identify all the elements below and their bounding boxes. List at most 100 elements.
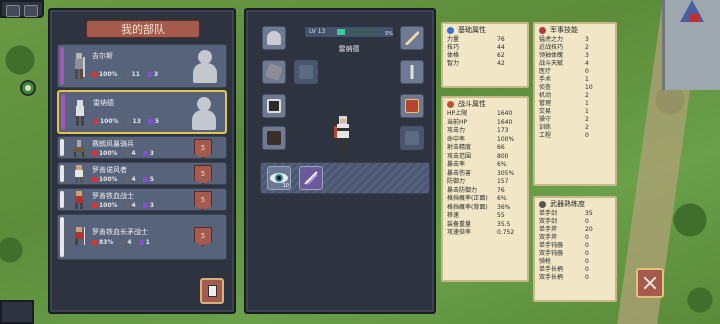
attr-value: 35.5 xyxy=(497,220,511,228)
unit-name: 罗善铁血长矛战士 xyxy=(92,228,148,236)
skill-row: 机动 2 xyxy=(535,92,615,100)
skill-row: 工程 0 xyxy=(535,132,615,140)
unit-card-5[interactable]: 罗善铁血长矛战士 83% 4 1 5 xyxy=(57,214,227,260)
boots-slot[interactable] xyxy=(262,126,286,150)
helmet-slot[interactable] xyxy=(262,26,286,50)
attr-name: 格挡概率(正面) xyxy=(447,195,488,202)
unit-hp: 100% xyxy=(100,118,119,125)
skill-value: 10 xyxy=(585,84,593,91)
knight-sprite-icon xyxy=(75,53,85,79)
skill-value: 1 xyxy=(585,108,589,115)
unit-card-2[interactable]: 赛朗风暴骑兵 100% 4 3 5 xyxy=(57,136,227,159)
military-title: 军事技能 xyxy=(550,26,578,34)
skill-value: 3 xyxy=(585,36,589,43)
attr-value: 42 xyxy=(497,60,505,67)
weapon-value: 0 xyxy=(585,258,589,265)
unit-name: 雷纳德 xyxy=(93,99,114,107)
attr-row: 暴击伤害 305% xyxy=(443,170,527,179)
banner-icon xyxy=(539,26,546,34)
weapon-name: 双手斧 xyxy=(539,234,558,241)
knight-sprite-icon xyxy=(76,100,84,126)
attr-name: 智力 xyxy=(447,60,460,67)
skill-value: 4 xyxy=(585,60,589,67)
armor-icon xyxy=(267,99,281,113)
character-sprite xyxy=(334,116,349,152)
attr-name: 当前HP xyxy=(447,118,468,126)
unit-hp: 83% xyxy=(99,239,114,246)
skill-row: 医疗 0 xyxy=(535,68,615,76)
attr-name: 攻击力 xyxy=(447,127,466,134)
armor-slot[interactable] xyxy=(262,94,286,118)
unit-sp: 1 xyxy=(145,239,150,246)
warrior-sprite-icon xyxy=(75,191,83,209)
empty-mount-slot[interactable] xyxy=(400,126,424,150)
skill-name: 管理 xyxy=(539,100,552,107)
skill-value: 1 xyxy=(585,76,589,83)
close-button[interactable] xyxy=(636,268,664,298)
weapon-value: 0 xyxy=(585,218,589,225)
portrait-placeholder-icon xyxy=(191,97,217,131)
skill-value: 2 xyxy=(585,44,589,51)
hud-map-button[interactable] xyxy=(24,5,38,17)
level-label: LV 13 xyxy=(309,28,326,35)
helmet-icon xyxy=(267,31,281,45)
map-party-marker[interactable] xyxy=(20,80,36,96)
skill-slot-slash[interactable] xyxy=(299,166,323,190)
xp-bar-fill xyxy=(337,29,345,35)
weapon-name: 单手剑 xyxy=(539,210,558,217)
skill-name: 战斗天赋 xyxy=(539,60,564,67)
weapon-name: 单手长柄 xyxy=(539,266,564,273)
unit-atk: 11 xyxy=(131,71,140,78)
weapon-value: 20 xyxy=(585,226,593,233)
attr-name: HP上限 xyxy=(447,110,468,117)
attr-value: 62 xyxy=(497,52,505,59)
unit-card-4[interactable]: 罗善铁血战士 100% 4 3 5 xyxy=(57,188,227,211)
empty-accessory-slot[interactable] xyxy=(294,60,318,84)
sword-slot[interactable] xyxy=(400,60,424,84)
unit-hp: 100% xyxy=(99,176,118,183)
skill-slot-eye[interactable]: 10 xyxy=(267,166,291,190)
codex-button[interactable] xyxy=(200,278,224,304)
attr-row: 攻击范围 800 xyxy=(443,153,527,162)
cloak-icon xyxy=(265,63,283,81)
attr-value: 36% xyxy=(497,203,511,211)
attr-name: 装备重量 xyxy=(447,220,472,228)
attr-name: 防御力 xyxy=(447,178,466,185)
attr-value: 1640 xyxy=(497,118,513,126)
skill-row: 近战技巧 2 xyxy=(535,44,615,52)
unit-card-0[interactable]: 吉尔斯 100% 11 3 xyxy=(57,44,227,88)
shield-slot[interactable] xyxy=(400,94,424,118)
unit-card-3[interactable]: 罗善诺风者 100% 4 5 5 xyxy=(57,162,227,185)
skill-name: 近战技巧 xyxy=(539,44,564,51)
cape-slot[interactable] xyxy=(262,60,286,84)
unit-atk: 4 xyxy=(131,176,136,183)
skill-bar: 10 xyxy=(260,162,430,194)
attr-row: 力量 76 xyxy=(443,36,527,44)
weapon-value: 0 xyxy=(585,274,589,281)
skill-value: 0 xyxy=(585,132,589,139)
attr-name: 力量 xyxy=(447,36,460,43)
unit-sp: 3 xyxy=(153,71,159,78)
weapon-slot[interactable] xyxy=(400,26,424,50)
basic-attr-title: 基础属性 xyxy=(458,26,486,34)
unit-hp: 100% xyxy=(99,71,118,78)
skill-value: 0 xyxy=(585,68,589,75)
attr-name: 暴击防御力 xyxy=(447,186,478,194)
cavalry-sprite-icon xyxy=(73,140,85,157)
attr-value: 1640 xyxy=(497,110,513,117)
unit-type-bar xyxy=(60,191,64,208)
portrait-placeholder-icon xyxy=(192,50,218,84)
shield-icon xyxy=(405,99,419,113)
unit-atk: 4 xyxy=(131,202,136,209)
attack-icon xyxy=(124,177,130,182)
skill-row: 管理 1 xyxy=(535,100,615,108)
unit-hp: 100% xyxy=(99,202,118,209)
hud-menu-button[interactable] xyxy=(6,5,20,17)
castle-flag xyxy=(690,14,700,22)
weapon-name: 双手长柄 xyxy=(539,274,564,281)
skill-point-icon xyxy=(138,240,144,245)
skill-name: 训练 xyxy=(539,124,552,131)
skill-name: 工程 xyxy=(539,132,552,139)
unit-card-1-selected[interactable]: 雷纳德 100% 13 5 xyxy=(57,90,227,134)
skill-name: 交易 xyxy=(539,108,552,115)
